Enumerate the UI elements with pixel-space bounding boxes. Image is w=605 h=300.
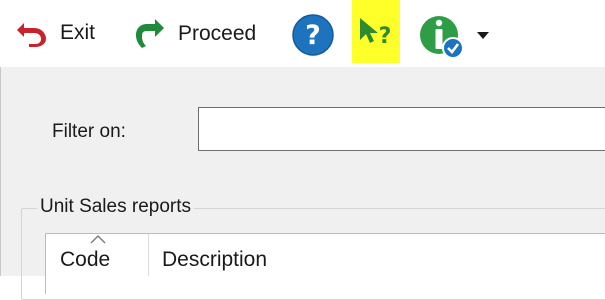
whats-this-button[interactable]: ?: [352, 0, 400, 63]
column-header-code[interactable]: Code: [60, 248, 110, 272]
info-dropdown-button[interactable]: [419, 13, 491, 59]
sort-ascending-icon: [90, 235, 106, 244]
whats-this-pointer-icon: ?: [360, 17, 392, 48]
info-icon: [420, 16, 464, 59]
proceed-button[interactable]: Proceed: [134, 19, 256, 49]
exit-button[interactable]: Exit: [16, 19, 95, 47]
svg-text:?: ?: [305, 20, 321, 51]
question-mark-icon: ?: [292, 14, 334, 56]
proceed-arrow-icon: [136, 19, 164, 48]
chevron-down-icon: [477, 32, 489, 39]
unit-sales-grid: [45, 233, 605, 294]
panel-border: [0, 67, 1, 276]
exit-label: Exit: [60, 21, 96, 44]
toolbar: Exit Proceed ? ?: [0, 0, 605, 67]
svg-text:?: ?: [379, 24, 392, 48]
undo-arrow-icon: [17, 23, 46, 47]
filter-label: Filter on:: [52, 121, 126, 142]
unit-sales-group-title: Unit Sales reports: [37, 196, 195, 218]
filter-input[interactable]: [198, 107, 605, 151]
column-header-description[interactable]: Description: [162, 248, 267, 272]
help-button[interactable]: ?: [291, 13, 335, 57]
proceed-label: Proceed: [178, 22, 257, 45]
column-divider[interactable]: [148, 234, 149, 276]
